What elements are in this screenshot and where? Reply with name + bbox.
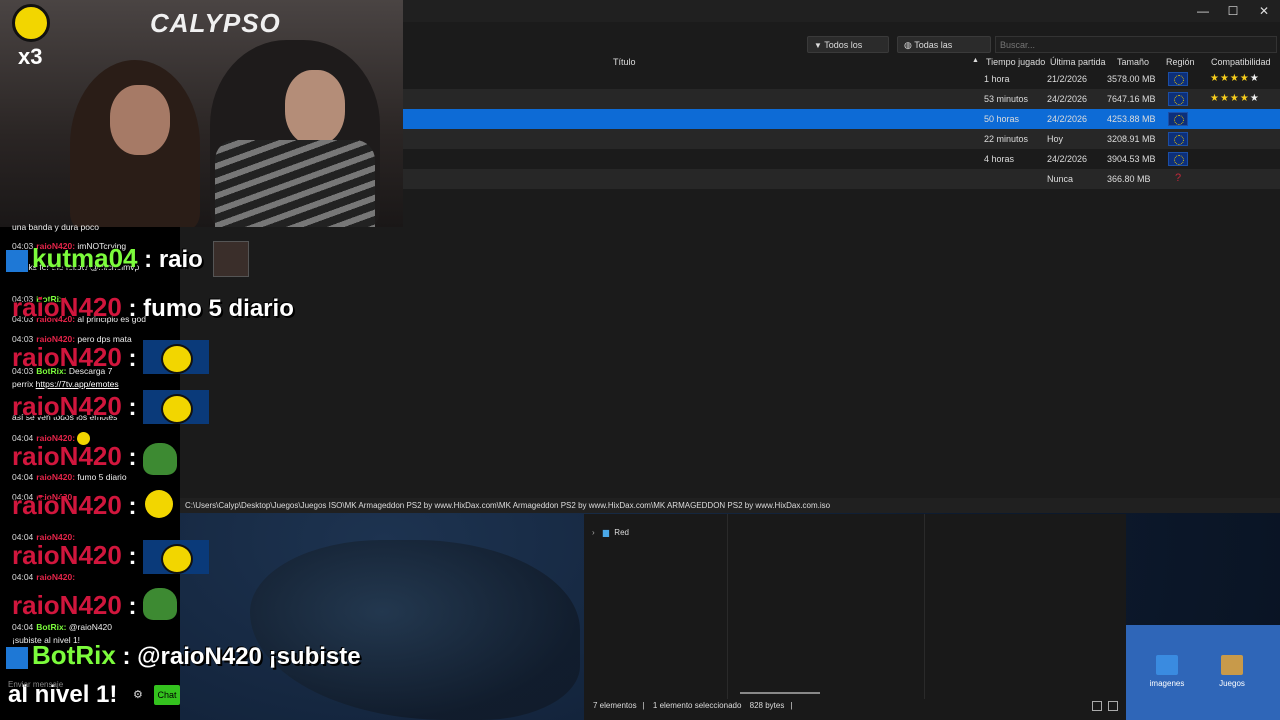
desktop-icon-juegos[interactable]: Juegos	[1202, 655, 1262, 688]
emotes-link[interactable]: https://7tv.app/emotes	[36, 379, 119, 389]
type-filter-dropdown[interactable]: ▼ Todos los tipos ▼	[807, 36, 889, 67]
tiles-view-icon[interactable]	[1108, 701, 1118, 711]
emote-image	[143, 540, 209, 574]
highlight-message: raioN420 :	[12, 342, 137, 372]
emote-image	[143, 390, 209, 424]
size-cell: 7647.16 MB	[1107, 94, 1156, 104]
desktop-icon-label: Juegos	[1219, 679, 1245, 688]
playtime-cell: 4 horas	[984, 154, 1015, 164]
nav-item-label: Red	[614, 528, 629, 537]
region-filter-dropdown[interactable]: ◍ Todas las regiones ▼	[897, 36, 991, 67]
explorer-status-bar: 7 elementos | 1 elemento seleccionado 828…	[593, 701, 793, 710]
chat-line: 04:04 raioN420:	[12, 572, 76, 582]
details-view-icon[interactable]	[1092, 701, 1102, 711]
eu-flag-icon	[1168, 152, 1188, 166]
gear-icon[interactable]: ⚙	[133, 688, 143, 701]
column-size[interactable]: Tamaño	[1117, 57, 1149, 67]
filter-icon: ▼	[814, 41, 822, 50]
playtime-cell: 22 minutos	[984, 134, 1029, 144]
minimize-button[interactable]: —	[1187, 0, 1219, 22]
chat-line: 04:04 raioN420: fumo 5 diario	[12, 472, 127, 482]
highlight-message: raioN420 :	[12, 441, 137, 471]
last-played-cell: Hoy	[1047, 134, 1064, 144]
chat-send-button[interactable]: Chat	[154, 685, 180, 705]
folder-icon	[1221, 655, 1243, 675]
highlight-message: raioN420 :	[12, 391, 137, 421]
last-played-cell: 24/2/2026	[1047, 154, 1088, 164]
close-button[interactable]: ✕	[1248, 0, 1280, 22]
pictures-folder-icon	[1156, 655, 1178, 675]
column-compatibility[interactable]: Compatibilidad	[1211, 57, 1271, 67]
highlight-message: raioN420 : fumo 5 diario	[12, 292, 294, 322]
playtime-cell: 1 hora	[984, 74, 1010, 84]
emote-multiplier: x3	[18, 44, 43, 69]
emote-image	[213, 241, 249, 277]
highlight-message: raioN420 :	[12, 490, 137, 520]
last-played-cell: 21/2/2026	[1047, 74, 1088, 84]
playtime-cell: 53 minutos	[984, 94, 1029, 104]
highlight-message: kutma04 : raio	[6, 243, 203, 274]
webcam-overlay: CALYPSO x3	[0, 0, 403, 227]
size-cell: 3208.91 MB	[1107, 134, 1156, 144]
highlight-message: raioN420 :	[12, 540, 137, 570]
prime-badge-icon	[6, 249, 28, 272]
size-cell: 3904.53 MB	[1107, 154, 1156, 164]
emote-icon	[12, 4, 50, 42]
size-cell: 3578.00 MB	[1107, 74, 1156, 84]
streamer-1-face	[110, 85, 170, 155]
prime-badge-icon	[6, 646, 28, 669]
desktop-icon-label: imagenes	[1149, 679, 1185, 688]
network-icon: ▆	[602, 528, 610, 537]
compatibility-stars: ★★★★★	[1210, 93, 1260, 104]
column-last-played[interactable]: Última partida	[1050, 57, 1106, 67]
search-input[interactable]	[995, 36, 1277, 53]
pepe-emote-image	[143, 443, 177, 475]
highlight-message: BotRix : @raioN420 ¡subiste	[6, 640, 361, 671]
wallpaper-landmass	[250, 540, 580, 720]
size-cell: 4253.88 MB	[1107, 114, 1156, 124]
playtime-cell: 50 horas	[984, 114, 1020, 124]
column-playtime[interactable]: Tiempo jugado	[986, 57, 1045, 67]
stream-logo: CALYPSO	[150, 8, 281, 38]
size-cell: 366.80 MB	[1107, 174, 1151, 184]
column-title[interactable]: Título	[613, 57, 636, 67]
last-played-cell: 24/2/2026	[1047, 94, 1088, 104]
selected-size: 828 bytes	[749, 701, 785, 710]
maximize-button[interactable]: ☐	[1217, 0, 1249, 22]
column-region[interactable]: Región	[1166, 57, 1195, 67]
last-played-cell: 24/2/2026	[1047, 114, 1088, 124]
column-divider	[924, 514, 925, 699]
desktop-icon-imagenes[interactable]: imagenes	[1137, 655, 1197, 688]
highlight-message: raioN420 :	[12, 590, 137, 620]
column-divider	[727, 514, 728, 699]
scrollbar[interactable]	[740, 692, 820, 694]
unknown-region-pin-icon: ?	[1175, 172, 1182, 184]
eu-flag-icon	[1168, 112, 1188, 126]
eu-flag-icon	[1168, 132, 1188, 146]
selected-count: 1 elemento seleccionado	[652, 701, 742, 710]
pepe-emote-image	[143, 588, 177, 620]
items-count: 7 elementos	[593, 701, 637, 710]
sort-asc-icon[interactable]: ▲	[972, 57, 979, 64]
emote-image	[145, 490, 173, 518]
chat-line: perrix https://7tv.app/emotes	[12, 379, 119, 389]
chat-line: 04:04 BotRix: @raioN420	[12, 622, 113, 632]
chevron-right-icon: ›	[592, 528, 595, 537]
eu-flag-icon	[1168, 92, 1188, 106]
file-explorer-window: › ▆ Red 7 elementos | 1 elemento seleccio…	[584, 514, 1126, 720]
chat-line: una banda y dura poco	[12, 222, 99, 232]
streamer-2-face	[285, 70, 345, 145]
emote-image	[143, 340, 209, 374]
chat-input[interactable]: Enviar mensaje	[8, 680, 148, 712]
eu-flag-icon	[1168, 72, 1188, 86]
compatibility-stars: ★★★★★	[1210, 73, 1260, 84]
last-played-cell: Nunca	[1047, 174, 1074, 184]
file-path-status-bar: C:\Users\Calyp\Desktop\Juegos\Juegos ISO…	[180, 498, 1280, 513]
striped-shirt	[215, 140, 375, 227]
nav-item-network[interactable]: › ▆ Red	[592, 528, 629, 537]
globe-icon: ◍	[904, 40, 912, 50]
